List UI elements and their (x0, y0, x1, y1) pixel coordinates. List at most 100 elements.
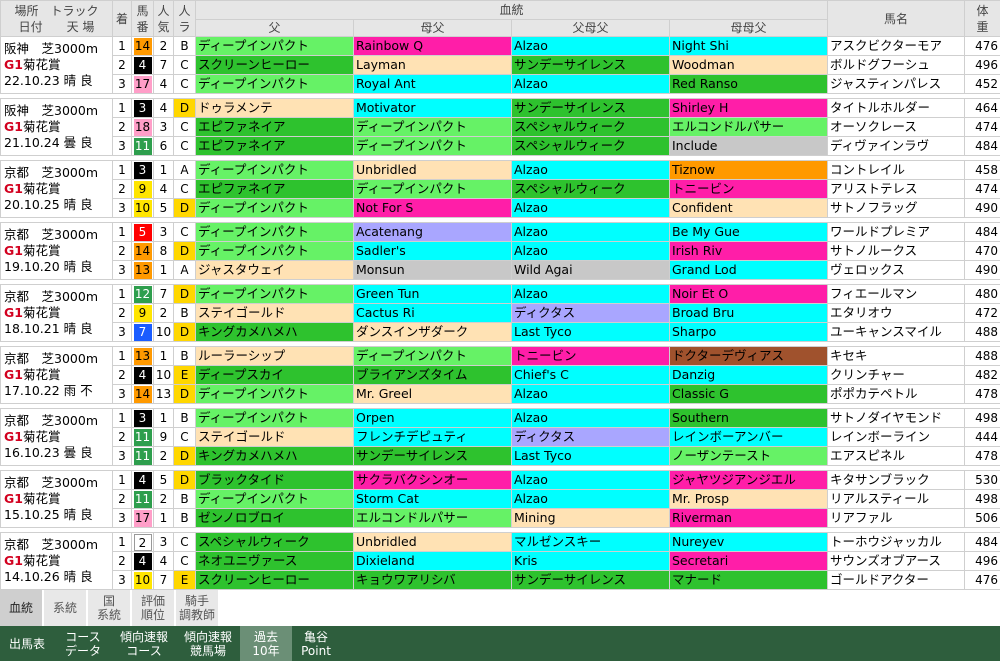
horse-name[interactable]: ユーキャンスマイル (827, 322, 966, 342)
horse-name[interactable]: ポポカテペトル (827, 384, 966, 404)
horse-name[interactable]: コントレイル (827, 160, 966, 180)
sire-name: ディープインパクト (195, 284, 354, 304)
horse-name[interactable]: ボルドグフーシュ (827, 55, 966, 75)
horse-name[interactable]: ワールドプレミア (827, 222, 966, 242)
table-row[interactable]: 3 10 7 E スクリーンヒーロー キョウワアリシバ サンデーサイレンス マナード ゴールドア… (1, 570, 1000, 590)
table-row[interactable]: 京都 芝3000m G1菊花賞 16.10.23 曇 良 1 3 1 B ディープインパ… (0, 408, 1000, 466)
horse-name[interactable]: キタサンブラック (827, 470, 966, 490)
horse-number: 9 (133, 305, 152, 322)
bottom-nav-item-4[interactable]: 過去 10年 (240, 626, 293, 661)
popularity: 8 (153, 241, 174, 261)
dam-dam-sire-name: ノーザンテースト (668, 446, 829, 466)
table-row[interactable]: 2 14 8 D ディープインパクト Sadler's Alzao Irish Riv サトノル… (1, 241, 1000, 261)
bottom-nav-item-2[interactable]: 傾向速報 コース (112, 626, 176, 661)
popularity: 1 (153, 508, 174, 528)
damsire-name: Green Tun (353, 284, 512, 304)
table-row[interactable]: 2 4 7 C スクリーンヒーロー Layman サンデーサイレンス Woodman ボルドグフ… (1, 55, 1000, 75)
dam-dam-sire-name: Danzig (668, 365, 829, 385)
table-row[interactable]: 2 4 4 C ネオユニヴァース Dixieland Kris Secretari サウンズオブ… (1, 551, 1000, 571)
horse-number-cell: 10 (131, 570, 154, 590)
table-row[interactable]: 3 13 1 A ジャスタウェイ Monsun Wild Agai Grand Lod ヴェロッ… (1, 260, 1000, 280)
table-row[interactable]: 3 11 2 D キングカメハメハ サンデーサイレンス Last Tyco ノーザンテーストエ… (1, 446, 1000, 466)
tab-4[interactable]: 騎手 調教師 (176, 590, 218, 626)
table-row[interactable]: 2 11 2 B ディープインパクト Storm Cat Alzao Mr. Prosp リアル… (1, 489, 1000, 509)
header-horse-no: 馬番 (131, 0, 154, 37)
horse-name[interactable]: ジャスティンパレス (827, 74, 966, 94)
table-row[interactable]: 京都 芝3000m G1菊花賞 18.10.21 晴 良 1 12 7 D ディープイン… (0, 284, 1000, 342)
horse-name[interactable]: サトノダイヤモンド (827, 408, 966, 428)
popularity: 10 (153, 322, 174, 342)
sire-sire-name: マルゼンスキー (511, 532, 670, 552)
table-row[interactable]: 2 4 10 E ディープスカイ ブライアンズタイム Chief's C Danzig クリンチ… (1, 365, 1000, 385)
tab-2[interactable]: 国 系統 (88, 590, 130, 626)
dam-dam-sire-name: Nureyev (668, 532, 829, 552)
popularity-rank: C (173, 179, 196, 199)
bottom-navigation: 出馬表 コース データ 傾向速報 コース 傾向速報 競馬場 過去 10年 亀谷 Point (0, 626, 1000, 661)
horse-name[interactable]: ヴェロックス (827, 260, 966, 280)
table-row[interactable]: 3 17 1 B ゼンノロブロイ エルコンドルパサー Mining Riverman リアファル… (1, 508, 1000, 528)
horse-name[interactable]: サウンズオブアース (827, 551, 966, 571)
table-row[interactable]: 阪神 芝3000m G1菊花賞 21.10.24 曇 良 1 3 4 D ドゥラメンテ M… (0, 98, 1000, 156)
horse-name[interactable]: リアルスティール (827, 489, 966, 509)
bottom-nav-item-3[interactable]: 傾向速報 競馬場 (176, 626, 240, 661)
horse-name[interactable]: タイトルホルダー (827, 98, 966, 118)
horse-name[interactable]: トーホウジャッカル (827, 532, 966, 552)
table-row[interactable]: 3 14 13 D ディープインパクト Mr. Greel Alzao Classic G ポポ… (1, 384, 1000, 404)
horse-number-cell: 4 (131, 365, 154, 385)
tab-0[interactable]: 血統 (0, 590, 42, 626)
table-row[interactable]: 阪神 芝3000m G1菊花賞 22.10.23 晴 良 1 14 2 B ディープイン… (0, 36, 1000, 94)
horse-number: 5 (133, 224, 152, 241)
horse-name[interactable]: レインボーライン (827, 427, 966, 447)
horse-name[interactable]: エアスピネル (827, 446, 966, 466)
horse-name[interactable]: サトノフラッグ (827, 198, 966, 218)
horse-name[interactable]: サトノルークス (827, 241, 966, 261)
table-row[interactable]: 京都 芝3000m G1菊花賞 20.10.25 晴 良 1 3 1 A ディープインパ… (0, 160, 1000, 218)
table-row[interactable]: 3 10 5 D ディープインパクト Not For S Alzao Confident サトノ… (1, 198, 1000, 218)
header-pedigree: 血統 (194, 0, 829, 20)
table-row[interactable]: 2 9 4 C エピファネイア ディープインパクト スペシャルウィーク トニービン アリストテレ… (1, 179, 1000, 199)
table-row[interactable]: 2 18 3 C エピファネイア ディープインパクト スペシャルウィーク エルコンドルパサーオ… (1, 117, 1000, 137)
horse-name[interactable]: ゴールドアクター (827, 570, 966, 590)
horse-number-cell: 14 (131, 384, 154, 404)
bottom-nav-label: 傾向速報 競馬場 (184, 629, 233, 658)
horse-name[interactable]: エタリオウ (827, 303, 966, 323)
table-row[interactable]: 京都 芝3000m G1菊花賞 19.10.20 晴 良 1 5 3 C ディープインパ… (0, 222, 1000, 280)
bottom-nav-item-5[interactable]: 亀谷 Point (292, 626, 340, 661)
horse-name[interactable]: リアファル (827, 508, 966, 528)
popularity: 1 (153, 260, 174, 280)
horse-name[interactable]: キセキ (827, 346, 966, 366)
damsire-name: Dixieland (353, 551, 512, 571)
table-row[interactable]: 3 17 4 C ディープインパクト Royal Ant Alzao Red Ranso ジャス… (1, 74, 1000, 94)
horse-name[interactable]: フィエールマン (827, 284, 966, 304)
tab-3[interactable]: 評価 順位 (132, 590, 174, 626)
horse-name[interactable]: アスクビクターモア (827, 36, 966, 56)
horse-weight: 482 (964, 365, 1000, 385)
header-dam-dam-sire: 母母父 (668, 19, 829, 37)
dam-dam-sire-name: Night Shi (668, 36, 829, 56)
horse-weight: 476 (964, 36, 1000, 56)
horse-weight: 470 (964, 241, 1000, 261)
race-info: 京都 芝3000m G1菊花賞 17.10.22 雨 不 (0, 346, 113, 404)
table-row[interactable]: 2 9 2 B ステイゴールド Cactus Ri ディクタス Broad Bru エタリオウ 4… (1, 303, 1000, 323)
table-row[interactable]: 3 7 10 D キングカメハメハ ダンスインザダーク Last Tyco Sharpo ユーキ… (1, 322, 1000, 342)
dam-dam-sire-name: Woodman (668, 55, 829, 75)
popularity: 2 (153, 446, 174, 466)
header-place-track: 場所 トラック 日付 天 場 (0, 0, 113, 37)
horse-number: 4 (133, 553, 152, 570)
horse-name[interactable]: クリンチャー (827, 365, 966, 385)
horse-weight: 478 (964, 384, 1000, 404)
horse-name[interactable]: アリストテレス (827, 179, 966, 199)
tab-label: 血統 (8, 601, 33, 615)
table-row[interactable]: 京都 芝3000m G1菊花賞 15.10.25 晴 良 1 4 5 D ブラックタイド… (0, 470, 1000, 528)
table-row[interactable]: 京都 芝3000m G1菊花賞 17.10.22 雨 不 1 13 1 B ルーラーシッ… (0, 346, 1000, 404)
bottom-nav-item-1[interactable]: コース データ (54, 626, 112, 661)
horse-name[interactable]: ディヴァインラヴ (827, 136, 966, 156)
horse-name[interactable]: オーソクレース (827, 117, 966, 137)
table-row[interactable]: 京都 芝3000m G1菊花賞 14.10.26 晴 良 1 2 3 C スペシャルウィ… (0, 532, 1000, 590)
dam-dam-sire-name: ジャヤツジアンジエル (668, 470, 829, 490)
table-row[interactable]: 3 11 6 C エピファネイア ディープインパクト スペシャルウィーク Include ディヴ… (1, 136, 1000, 156)
table-row[interactable]: 2 11 9 C ステイゴールド フレンチデピュティ ディクタス レインボーアンバー レインボー… (1, 427, 1000, 447)
bottom-nav-item-0[interactable]: 出馬表 (0, 626, 54, 661)
horse-number-cell: 7 (131, 322, 154, 342)
tab-1[interactable]: 系統 (44, 590, 86, 626)
